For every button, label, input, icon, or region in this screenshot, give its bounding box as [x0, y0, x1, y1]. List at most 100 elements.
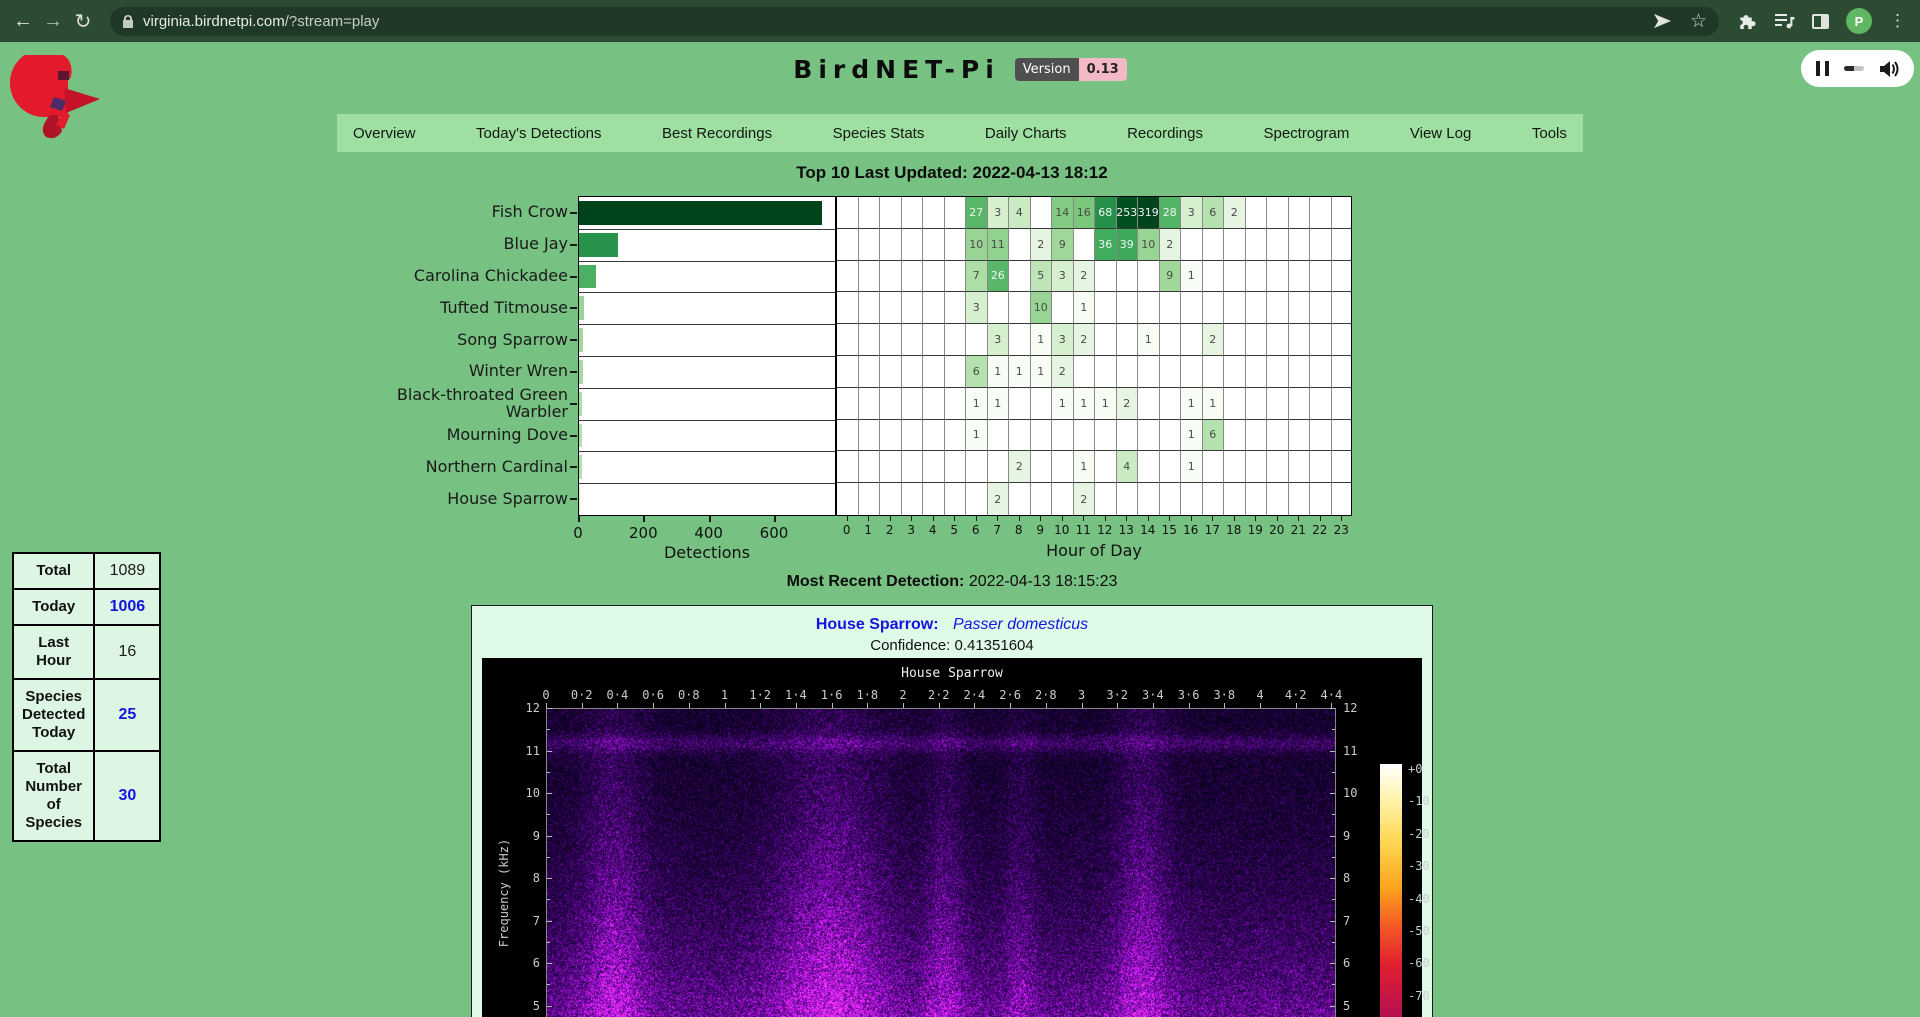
heatmap-cell: [1267, 356, 1289, 388]
browser-menu-icon[interactable]: ⋮: [1889, 11, 1906, 31]
heatmap-cell: [1203, 451, 1225, 483]
species-label: Mourning Dove: [333, 419, 568, 451]
heatmap-cell: [1095, 356, 1117, 388]
heatmap-cell: [1267, 229, 1289, 261]
freq-tick-label: 7: [502, 914, 540, 928]
stats-label: Last Hour: [13, 625, 94, 679]
forward-icon[interactable]: →: [38, 10, 68, 33]
heatmap-cell: [859, 451, 881, 483]
freq-tick-label: 11: [502, 744, 540, 758]
heatmap-cell: [1138, 420, 1160, 452]
back-icon[interactable]: ←: [8, 10, 38, 33]
freq-tick: [547, 751, 552, 752]
heatmap-cell: 6: [1203, 197, 1225, 229]
stats-value: 16: [94, 625, 160, 679]
heatmap-cell: [1310, 356, 1332, 388]
x-tick: [1148, 516, 1149, 521]
hour-tick-label: 8: [1008, 523, 1030, 537]
heatmap-cell: 6: [1203, 420, 1225, 452]
heatmap-cell: [1332, 356, 1353, 388]
x-tick: [1341, 516, 1342, 521]
audio-player: [1801, 50, 1914, 87]
spectrogram-colorbar: [1380, 764, 1402, 1017]
heatmap-cell: [1289, 324, 1311, 356]
heatmap-cell: [1289, 197, 1311, 229]
heatmap-cell: [902, 324, 924, 356]
y-tick: [570, 244, 577, 246]
stats-row: Today1006: [13, 589, 160, 625]
heatmap-cell: 2: [1009, 451, 1031, 483]
heatmap-cell: [1267, 483, 1289, 515]
heatmap-cell: 28: [1160, 197, 1182, 229]
freq-minor-tick: [1332, 857, 1335, 858]
heatmap-cell: [1009, 420, 1031, 452]
time-tick-label: 4: [1242, 688, 1278, 702]
heatmap-cell: 1: [1031, 356, 1053, 388]
detections-bar: [579, 328, 583, 352]
heatmap-cell: [1181, 292, 1203, 324]
stats-label: Today: [13, 589, 94, 625]
time-tick: [1010, 703, 1011, 708]
stats-value[interactable]: 25: [94, 679, 160, 751]
heatmap-cell: [1289, 292, 1311, 324]
heatmap-cell: [1052, 451, 1074, 483]
hour-tick-label: 9: [1029, 523, 1051, 537]
db-tick-label: -30: [1408, 859, 1448, 873]
species-label: Black-throated Green Warbler: [333, 387, 568, 419]
heatmap-cell: [1224, 420, 1246, 452]
x-tick: [847, 516, 848, 521]
extensions-puzzle-icon[interactable]: [1737, 11, 1757, 31]
bookmark-star-icon[interactable]: ☆: [1690, 12, 1707, 31]
heatmap-cell: [880, 292, 902, 324]
bar-axis-title: Detections: [637, 543, 777, 562]
detection-confidence-line: Confidence: 0.41351604: [472, 637, 1432, 654]
heatmap-cell: [1138, 261, 1160, 293]
x-tick: [1298, 516, 1299, 521]
time-tick: [760, 703, 761, 708]
heatmap-cell: 3: [988, 197, 1010, 229]
heatmap-cell: 36: [1095, 229, 1117, 261]
heatmap-cell: [1246, 451, 1268, 483]
heatmap-cell: [902, 197, 924, 229]
heatmap-cell: 319: [1138, 197, 1160, 229]
stats-value[interactable]: 1006: [94, 589, 160, 625]
x-tick: [578, 516, 580, 522]
heatmap-cell: [1095, 261, 1117, 293]
hour-tick-label: 4: [922, 523, 944, 537]
side-panel-icon[interactable]: [1812, 14, 1829, 29]
freq-tick: [547, 921, 552, 922]
heatmap-cell: [1095, 451, 1117, 483]
detection-scientific-name: Passer domesticus: [953, 616, 1088, 633]
time-tick: [1046, 703, 1047, 708]
heatmap-cell: [923, 483, 945, 515]
x-tick: [1126, 516, 1127, 521]
freq-minor-tick: [1332, 899, 1335, 900]
heatmap-cell: [1009, 324, 1031, 356]
heatmap-cell: [945, 420, 967, 452]
species-label: Carolina Chickadee: [333, 260, 568, 292]
volume-icon[interactable]: [1879, 60, 1899, 78]
heatmap-cell: 5: [1031, 261, 1053, 293]
reload-icon[interactable]: ↻: [68, 9, 98, 34]
stats-value[interactable]: 30: [94, 751, 160, 841]
freq-tick-label: 10: [502, 786, 540, 800]
send-icon[interactable]: [1653, 12, 1672, 30]
db-tick-label: -70: [1408, 989, 1448, 1003]
detection-common-name[interactable]: House Sparrow:: [816, 616, 939, 633]
heatmap-cell: [1224, 388, 1246, 420]
profile-avatar[interactable]: P: [1846, 8, 1872, 34]
heatmap-cell: [1117, 261, 1139, 293]
heatmap-cell: [1224, 483, 1246, 515]
pause-button[interactable]: [1816, 61, 1829, 76]
seek-bar[interactable]: [1844, 66, 1864, 71]
address-bar[interactable]: virginia.birdnetpi.com/?stream=play ☆: [110, 7, 1719, 36]
heatmap-cell: 1: [988, 356, 1010, 388]
freq-tick: [547, 836, 552, 837]
heatmap-cell: 1: [966, 388, 988, 420]
heatmap-cell: [1117, 324, 1139, 356]
heatmap-cell: [1224, 292, 1246, 324]
y-tick: [570, 276, 577, 278]
playlist-media-icon[interactable]: [1774, 12, 1795, 30]
heatmap-cell: [859, 388, 881, 420]
x-tick: [933, 516, 934, 521]
